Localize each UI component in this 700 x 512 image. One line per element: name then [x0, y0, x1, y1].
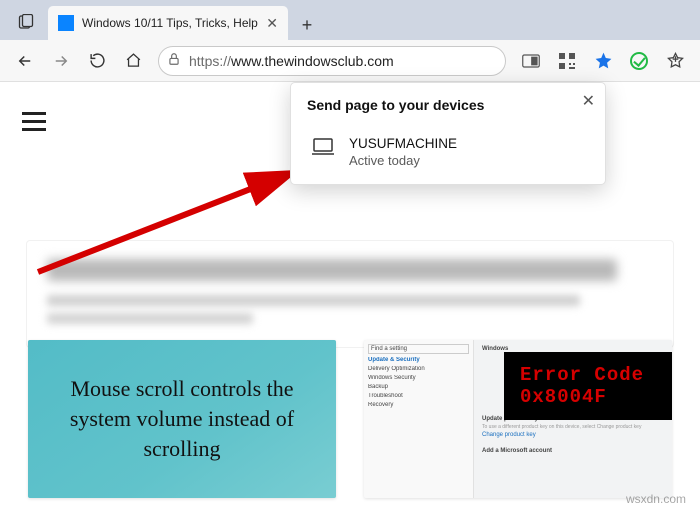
toolbar: https://www.thewindowsclub.com [0, 40, 700, 82]
collections-icon[interactable] [658, 44, 692, 78]
url-text: https://www.thewindowsclub.com [189, 53, 394, 69]
browser-tab[interactable]: Windows 10/11 Tips, Tricks, Help ✕ [48, 6, 288, 40]
send-to-devices-popover: ✕ Send page to your devices YUSUFMACHINE… [290, 82, 606, 185]
favicon [58, 15, 74, 31]
forward-button[interactable] [44, 44, 78, 78]
popover-title: Send page to your devices [307, 97, 589, 113]
article-headline: Mouse scroll controls the system volume … [46, 374, 318, 463]
favorite-star-icon[interactable] [586, 44, 620, 78]
device-name: YUSUFMACHINE [349, 135, 457, 153]
tab-close-icon[interactable]: ✕ [266, 15, 278, 32]
article-row: Mouse scroll controls the system volume … [0, 340, 700, 512]
back-button[interactable] [8, 44, 42, 78]
page-content: ✕ Send page to your devices YUSUFMACHINE… [0, 82, 700, 512]
laptop-icon [311, 138, 335, 156]
toolbar-right [514, 44, 692, 78]
device-status: Active today [349, 153, 457, 168]
home-button[interactable] [116, 44, 150, 78]
error-code-banner: Error Code 0x8004F [504, 352, 672, 420]
reader-mode-icon[interactable] [514, 44, 548, 78]
article-card-left[interactable]: Mouse scroll controls the system volume … [28, 340, 336, 498]
ad-banner [26, 240, 674, 348]
watermark: wsxdn.com [626, 492, 686, 506]
new-tab-button[interactable]: + [292, 10, 322, 40]
grammarly-icon[interactable] [622, 44, 656, 78]
settings-sidebar-thumb: Find a setting Update & Security Deliver… [364, 340, 474, 498]
qr-icon[interactable] [550, 44, 584, 78]
address-bar[interactable]: https://www.thewindowsclub.com [158, 46, 506, 76]
device-item[interactable]: YUSUFMACHINE Active today [307, 127, 589, 176]
lock-icon [167, 52, 181, 69]
tab-title: Windows 10/11 Tips, Tricks, Help [82, 16, 258, 30]
tab-strip: Windows 10/11 Tips, Tricks, Help ✕ + [0, 0, 700, 40]
popover-close-icon[interactable]: ✕ [582, 91, 595, 111]
article-card-right[interactable]: Find a setting Update & Security Deliver… [364, 340, 672, 498]
settings-body-thumb: Windows Error Code 0x8004F Update produc… [474, 340, 672, 498]
hamburger-menu-button[interactable] [22, 104, 56, 138]
tab-actions-button[interactable] [8, 4, 44, 40]
refresh-button[interactable] [80, 44, 114, 78]
